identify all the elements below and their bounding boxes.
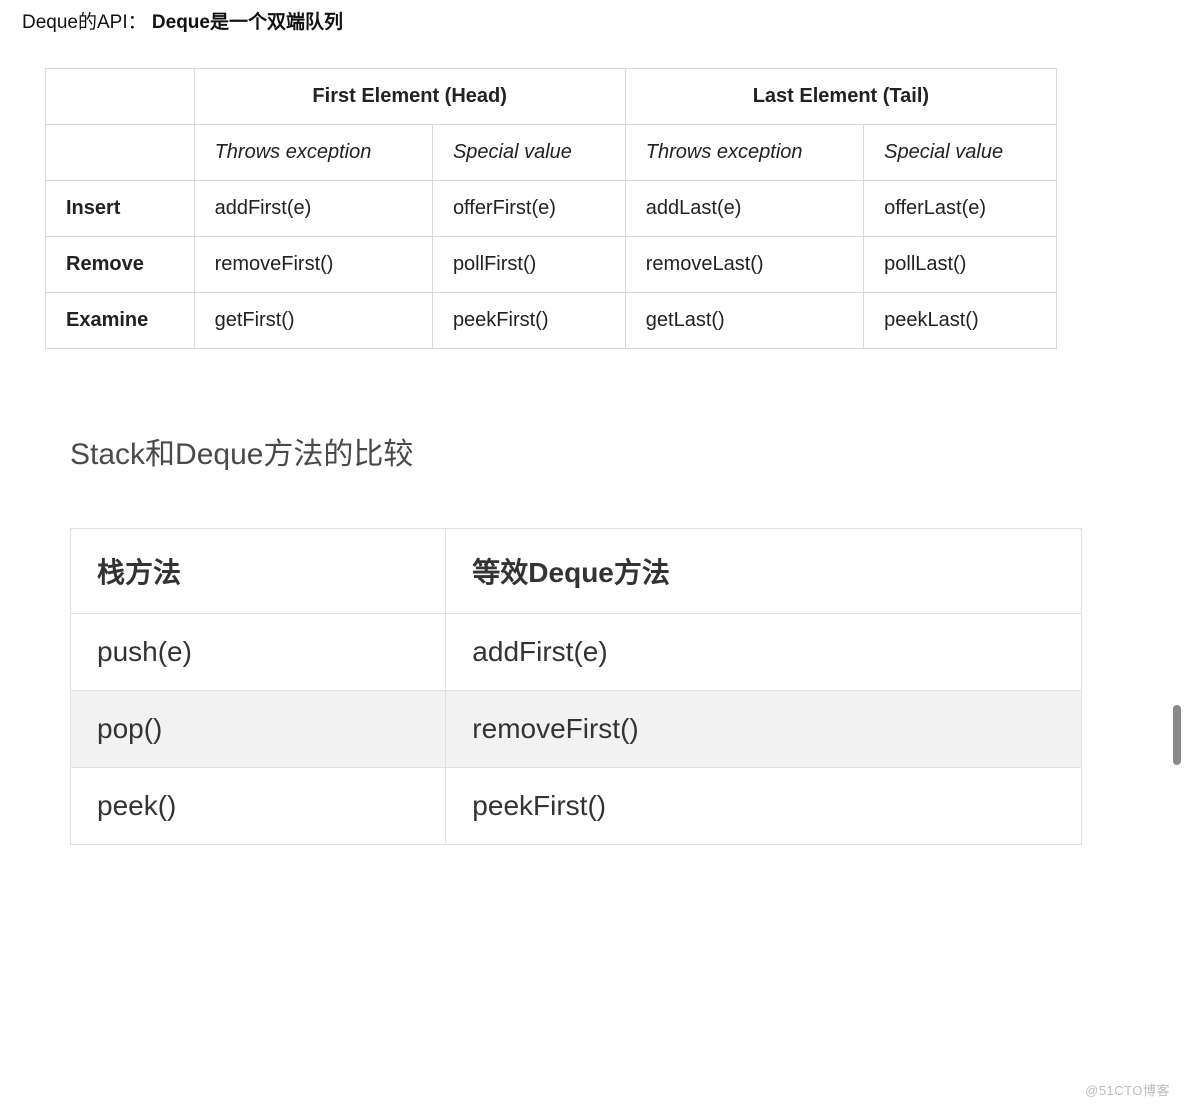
header-first: First Element (Head)	[194, 69, 625, 125]
table-row: pop() removeFirst()	[71, 691, 1082, 768]
cell-deque: peekFirst()	[446, 768, 1082, 845]
intro-bold: Deque是一个双端队列	[152, 12, 343, 33]
cell: removeLast()	[625, 237, 863, 293]
subheader-special-2: Special value	[864, 125, 1057, 181]
table-row: push(e) addFirst(e)	[71, 614, 1082, 691]
section-title: Stack和Deque方法的比较	[0, 349, 1184, 473]
cell: getFirst()	[194, 293, 432, 349]
scrollbar-thumb[interactable]	[1173, 705, 1181, 765]
cell: offerLast(e)	[864, 181, 1057, 237]
header-deque: 等效Deque方法	[446, 529, 1082, 614]
intro-line: Deque的API： Deque是一个双端队列	[0, 0, 1184, 38]
cell-deque: addFirst(e)	[446, 614, 1082, 691]
cell: addLast(e)	[625, 181, 863, 237]
cell: getLast()	[625, 293, 863, 349]
header-stack: 栈方法	[71, 529, 446, 614]
row-label: Remove	[46, 237, 195, 293]
row-label: Insert	[46, 181, 195, 237]
deque-api-table: First Element (Head) Last Element (Tail)…	[45, 68, 1057, 349]
table-header-row: First Element (Head) Last Element (Tail)	[46, 69, 1057, 125]
cell: removeFirst()	[194, 237, 432, 293]
subheader-throws-2: Throws exception	[625, 125, 863, 181]
cell-stack: peek()	[71, 768, 446, 845]
header-last: Last Element (Tail)	[625, 69, 1056, 125]
intro-prefix: Deque的API：	[22, 12, 147, 33]
header-empty	[46, 69, 195, 125]
cell-stack: pop()	[71, 691, 446, 768]
cell: pollLast()	[864, 237, 1057, 293]
cell: peekFirst()	[432, 293, 625, 349]
table-row: Examine getFirst() peekFirst() getLast()…	[46, 293, 1057, 349]
subheader-throws-1: Throws exception	[194, 125, 432, 181]
table-row: Remove removeFirst() pollFirst() removeL…	[46, 237, 1057, 293]
cell: offerFirst(e)	[432, 181, 625, 237]
cell: pollFirst()	[432, 237, 625, 293]
cell-stack: push(e)	[71, 614, 446, 691]
api-table-wrap: First Element (Head) Last Element (Tail)…	[0, 38, 1184, 349]
subheader-special-1: Special value	[432, 125, 625, 181]
stack-deque-compare-table: 栈方法 等效Deque方法 push(e) addFirst(e) pop() …	[70, 528, 1082, 845]
table-row: peek() peekFirst()	[71, 768, 1082, 845]
row-label: Examine	[46, 293, 195, 349]
table-header-row: 栈方法 等效Deque方法	[71, 529, 1082, 614]
subheader-empty	[46, 125, 195, 181]
cell-deque: removeFirst()	[446, 691, 1082, 768]
table-row: Insert addFirst(e) offerFirst(e) addLast…	[46, 181, 1057, 237]
watermark-text: @51CTO博客	[1085, 1080, 1170, 1099]
cell: addFirst(e)	[194, 181, 432, 237]
cell: peekLast()	[864, 293, 1057, 349]
compare-table-wrap: 栈方法 等效Deque方法 push(e) addFirst(e) pop() …	[0, 473, 1184, 845]
table-subheader-row: Throws exception Special value Throws ex…	[46, 125, 1057, 181]
